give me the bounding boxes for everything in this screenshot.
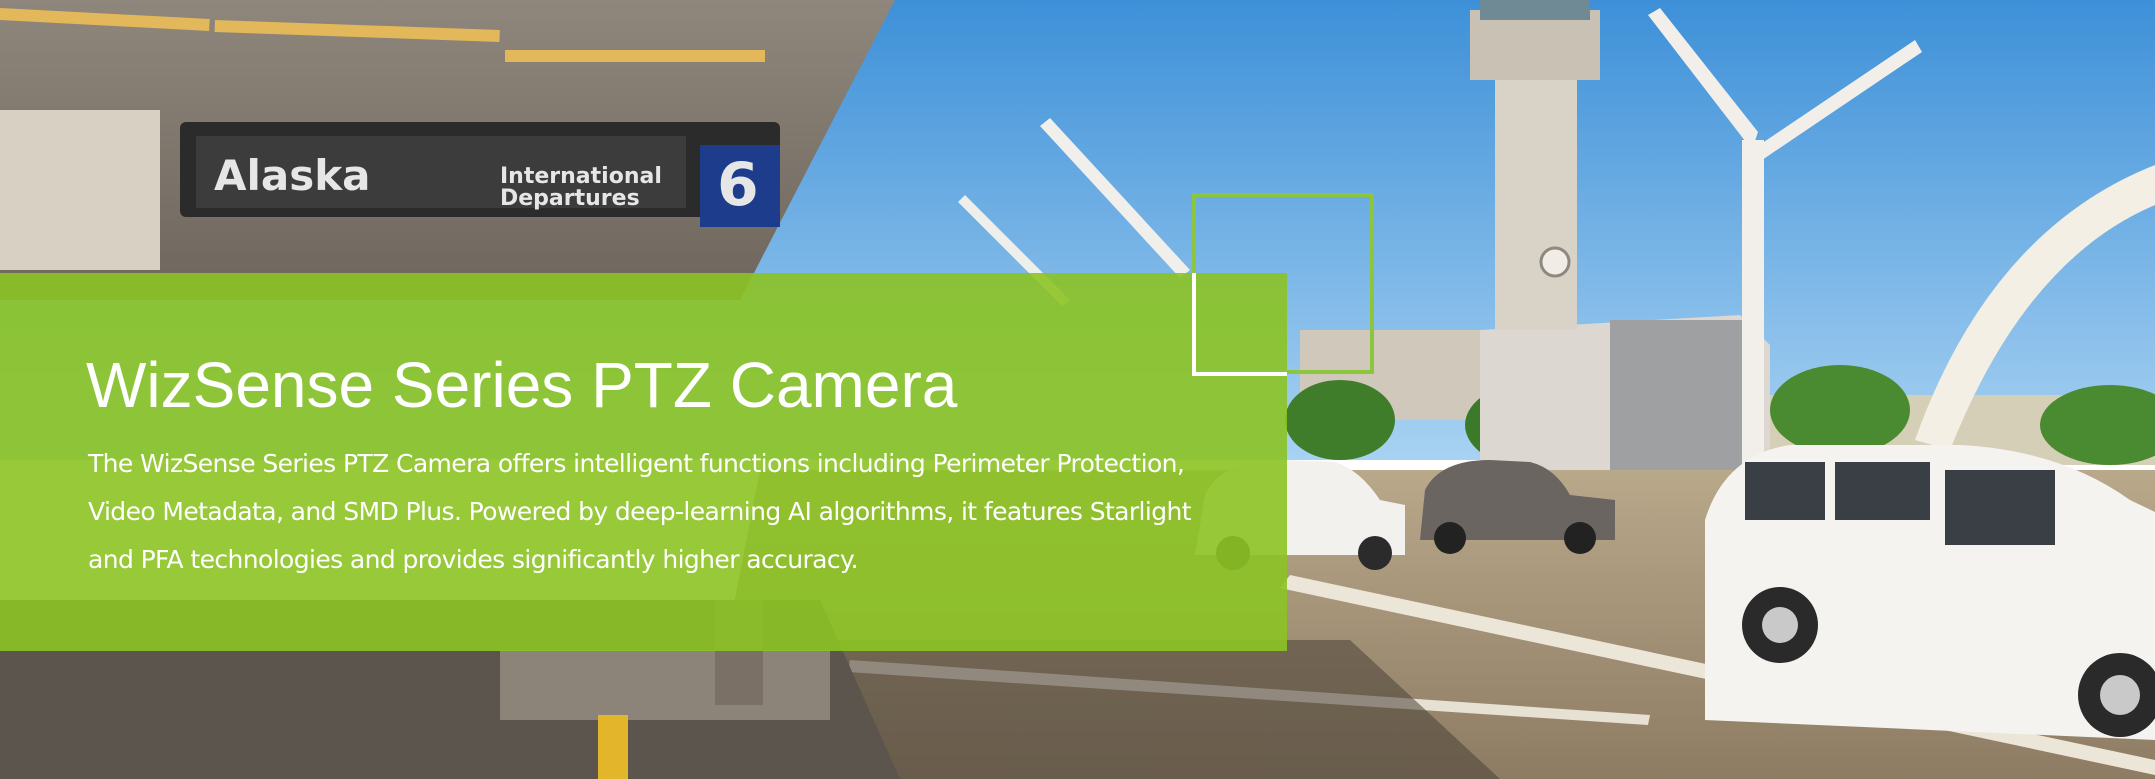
car-white-minivan bbox=[1705, 445, 2155, 740]
sign-terminal-number: 6 bbox=[717, 150, 759, 220]
sign-line2-text: Departures bbox=[500, 186, 640, 211]
hero-description: The WizSense Series PTZ Camera offers in… bbox=[88, 449, 1192, 574]
hero-title: WizSense Series PTZ Camera bbox=[86, 349, 958, 421]
sign-airline-text: Alaska bbox=[214, 151, 371, 200]
hero-banner: Alaska International Departures 6 WizSen… bbox=[0, 0, 2155, 779]
decorative-frame-corner bbox=[1192, 273, 1287, 376]
